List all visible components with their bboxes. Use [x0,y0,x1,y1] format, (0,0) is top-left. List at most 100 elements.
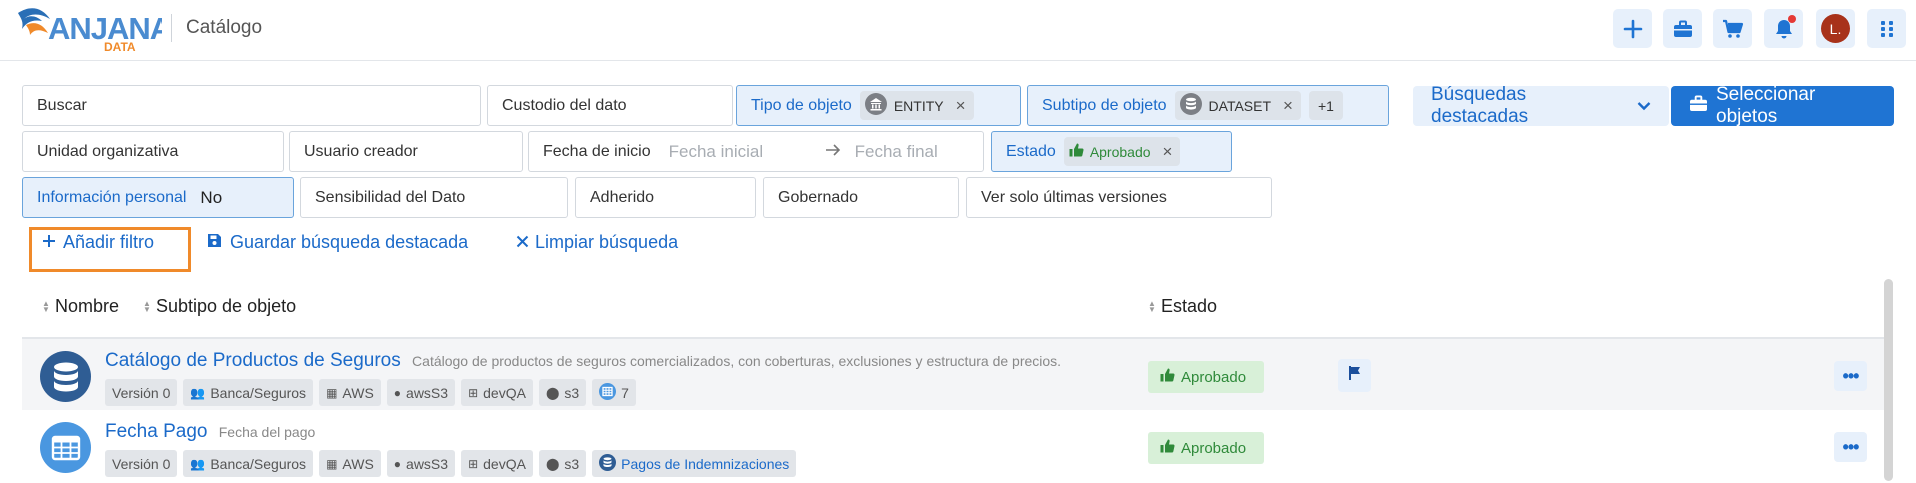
adhered-filter[interactable]: Adherido [575,177,756,218]
grid-icon [1879,20,1895,38]
save-icon [207,232,222,253]
apps-button[interactable] [1867,9,1906,48]
users-icon: 👥 [190,456,206,471]
location-tag: ● awsS3 [386,450,456,477]
env-tag: ⊞ devQA [461,450,533,477]
row-title-link[interactable]: Catálogo de Productos de Seguros Catálog… [105,350,1061,372]
flag-button[interactable] [1338,359,1371,392]
bank-icon [864,93,887,118]
org-tag: 👥 Banca/Seguros [183,379,314,406]
status-badge: Aprobado [1148,361,1264,393]
sort-icon: ▲ ▼ [42,298,50,314]
date-from-input[interactable]: Fecha inicial [669,142,809,162]
status-filter[interactable]: Estado Aprobado × [991,131,1232,172]
featured-searches-label: Búsquedas destacadas [1431,84,1529,127]
org-tag-label: Banca/Seguros [210,384,307,401]
row-title-link[interactable]: Fecha Pago Fecha del pago [105,421,315,443]
ellipsis-icon: ••• [1842,436,1860,457]
anjana-logo[interactable]: ANJANA DATA [16,3,173,54]
column-header-name[interactable]: ▲ ▼ Nombre [42,296,119,317]
plus-icon [42,232,56,253]
table-row[interactable]: Catálogo de Productos de Seguros Catálog… [22,337,1884,410]
env-tag-label: devQA [483,384,526,401]
remove-entity-chip-icon[interactable]: × [956,96,966,116]
database-icon [1179,93,1202,118]
org-unit-filter[interactable]: Unidad organizativa [22,131,284,172]
row-description: Catálogo de productos de seguros comerci… [412,353,1062,369]
version-tag: Versión 0 [105,450,178,477]
version-tag: Versión 0 [105,379,178,406]
location-tag-label: awsS3 [406,384,449,401]
status-label: Aprobado [1181,439,1247,457]
child-count-tag[interactable]: 7 [592,379,636,406]
custodian-filter[interactable]: Custodio del dato [487,85,733,126]
remove-approved-chip-icon[interactable]: × [1163,142,1173,162]
close-icon [516,232,529,253]
sort-icon: ▲ ▼ [1148,298,1156,314]
cart-button[interactable] [1713,9,1752,48]
thumbs-up-icon [1160,439,1175,457]
governed-filter[interactable]: Gobernado [763,177,959,218]
parent-dataset-tag[interactable]: Pagos de Indemnizaciones [592,450,797,477]
map-marker-icon: ⬤ [545,385,560,400]
more-chips-badge[interactable]: +1 [1308,91,1343,120]
object-type-filter[interactable]: Tipo de objeto ENTITY × [736,85,1021,126]
sensitivity-filter[interactable]: Sensibilidad del Dato [300,177,568,218]
start-date-filter[interactable]: Fecha de inicio Fecha inicial Fecha fina… [528,131,984,172]
notifications-button[interactable] [1764,9,1803,48]
table-row[interactable]: Fecha Pago Fecha del pago Versión 0 👥 Ban… [22,410,1884,483]
save-featured-search-label: Guardar búsqueda destacada [230,232,469,252]
column-header-status[interactable]: ▲ ▼ Estado [1148,296,1217,317]
clear-search-button[interactable]: Limpiar búsqueda [516,232,678,253]
map-marker-icon: ⬤ [545,456,560,471]
parent-dataset-label: Pagos de Indemnizaciones [621,455,790,472]
thumbs-up-icon [1160,368,1175,386]
child-count-label: 7 [621,384,629,401]
env-tag: ⊞ devQA [461,379,533,406]
latest-versions-filter[interactable]: Ver solo últimas versiones [966,177,1272,218]
building-icon: ▦ [326,385,338,400]
row-title[interactable]: Catálogo de Productos de Seguros [105,350,401,371]
user-menu-button[interactable]: L. [1816,9,1855,48]
table-icon [599,382,617,403]
add-filter-button[interactable]: Añadir filtro [42,232,154,253]
row-description: Fecha del pago [218,424,316,440]
thumbs-up-icon [1069,143,1084,160]
approved-chip-label: Aprobado [1089,143,1151,160]
search-input[interactable]: Buscar [22,85,481,126]
plus-icon [1623,19,1643,39]
entity-chip-label: ENTITY [893,97,944,114]
date-to-input[interactable]: Fecha final [855,142,938,162]
page-title: Catálogo [186,17,263,38]
more-options-button[interactable]: ••• [1834,432,1867,462]
remove-dataset-chip-icon[interactable]: × [1283,96,1293,116]
logo-divider [171,14,172,42]
briefcase-button[interactable] [1663,9,1702,48]
dataset-chip[interactable]: DATASET × [1174,91,1301,120]
save-featured-search-button[interactable]: Guardar búsqueda destacada [207,232,468,253]
featured-searches-button[interactable]: Búsquedas destacadas [1413,84,1669,127]
provider-tag-label: AWS [342,384,374,401]
more-options-button[interactable]: ••• [1834,361,1867,391]
personal-info-filter[interactable]: Información personal No [22,177,294,218]
select-objects-button[interactable]: Seleccionar objetos [1671,84,1894,127]
column-name-label: Nombre [55,296,120,316]
approved-chip[interactable]: Aprobado × [1063,137,1181,166]
creator-user-label: Usuario creador [304,142,418,160]
row-title[interactable]: Fecha Pago [105,421,207,442]
ellipsis-icon: ••• [1842,365,1860,386]
scrollbar[interactable] [1884,279,1893,481]
entity-chip[interactable]: ENTITY × [859,91,974,120]
creator-user-filter[interactable]: Usuario creador [289,131,523,172]
network-icon: ⊞ [468,456,479,471]
cart-icon [1722,19,1744,39]
lightbulb-icon: ● [393,385,402,400]
path-tag-label: s3 [564,384,580,401]
object-subtype-filter[interactable]: Subtipo de objeto DATASET × +1 [1027,85,1389,126]
lightbulb-icon: ● [393,456,402,471]
adhered-label: Adherido [590,188,655,206]
column-header-subtype[interactable]: ▲ ▼ Subtipo de objeto [143,296,296,317]
column-status-label: Estado [1161,296,1218,316]
create-button[interactable] [1613,9,1652,48]
sort-icon: ▲ ▼ [143,298,151,314]
